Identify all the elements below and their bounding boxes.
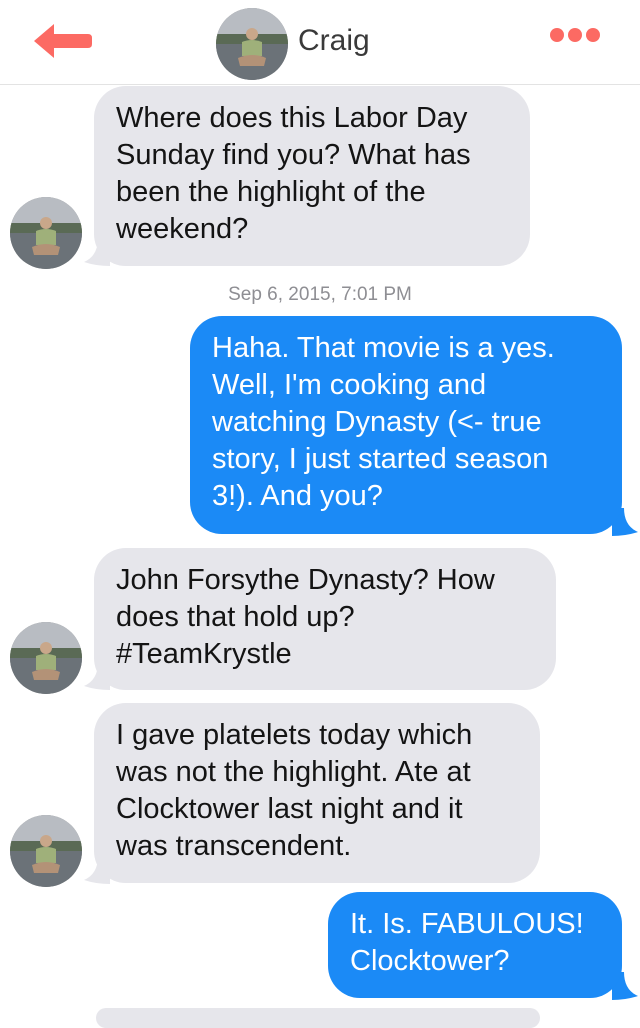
contact-avatar[interactable] bbox=[216, 8, 288, 80]
sender-avatar[interactable] bbox=[10, 815, 82, 887]
chat-header: Craig bbox=[0, 0, 640, 85]
contact-name[interactable]: Craig bbox=[298, 22, 370, 60]
sender-avatar[interactable] bbox=[10, 622, 82, 694]
message-bubble-outgoing[interactable]: Haha. That movie is a yes. Well, I'm coo… bbox=[190, 316, 622, 534]
next-message-bubble-partial bbox=[96, 1008, 540, 1028]
message-bubble-incoming[interactable]: Where does this Labor Day Sunday find yo… bbox=[94, 86, 530, 266]
back-arrow-icon[interactable] bbox=[30, 22, 94, 60]
message-bubble-incoming[interactable]: I gave platelets today which was not the… bbox=[94, 703, 540, 883]
message-timestamp: Sep 6, 2015, 7:01 PM bbox=[228, 284, 412, 305]
message-bubble-incoming[interactable]: John Forsythe Dynasty? How does that hol… bbox=[94, 548, 556, 690]
sender-avatar[interactable] bbox=[10, 197, 82, 269]
message-bubble-outgoing[interactable]: It. Is. FABULOUS! Clocktower? bbox=[328, 892, 622, 998]
more-dots-icon[interactable] bbox=[550, 28, 610, 52]
